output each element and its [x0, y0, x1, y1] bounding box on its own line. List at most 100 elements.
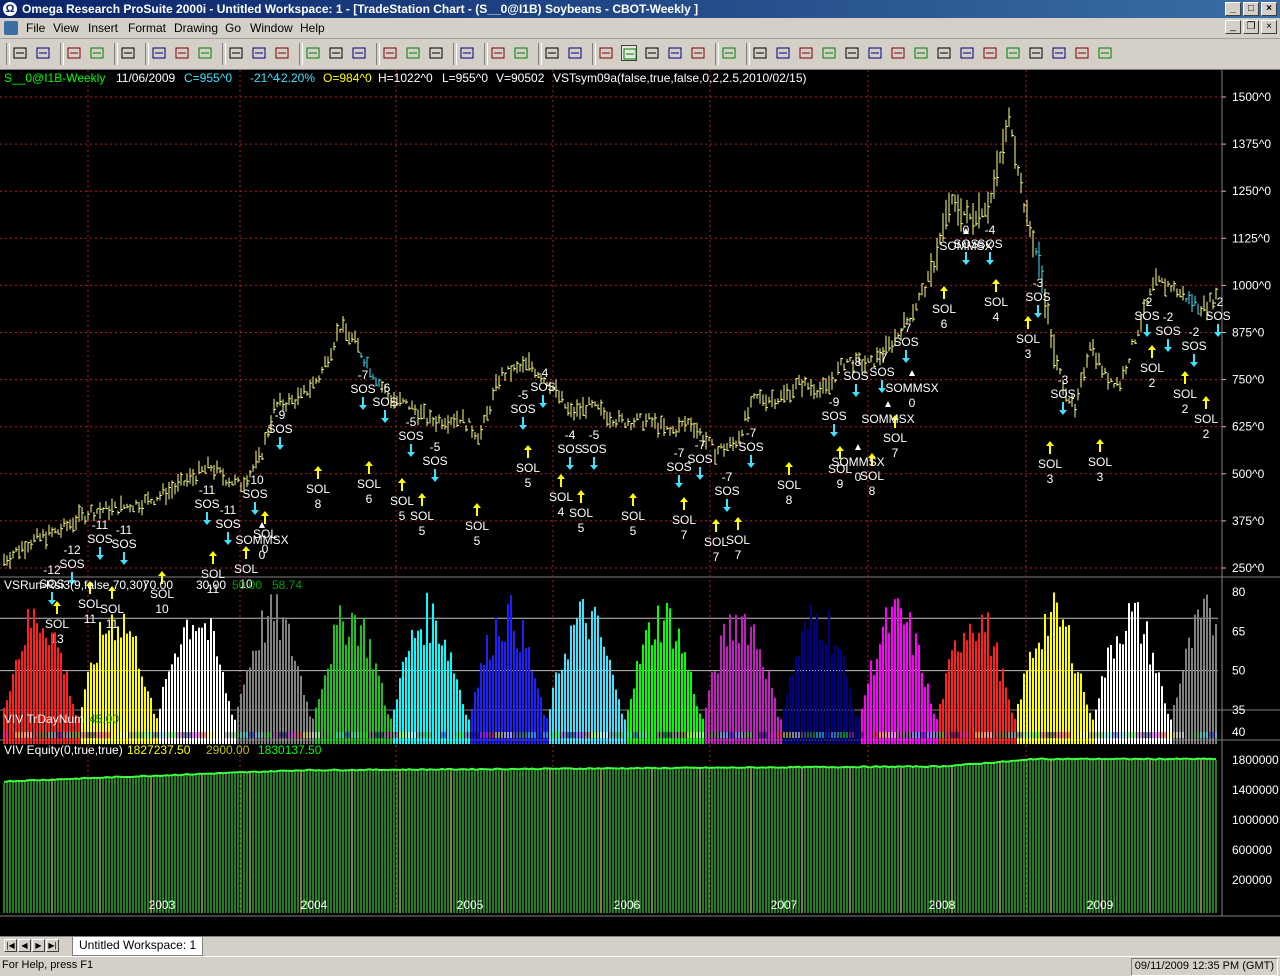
exit-arrow-icon — [855, 444, 861, 450]
sol-up-arrow-icon — [314, 466, 322, 471]
vertical-line-icon[interactable] — [959, 45, 975, 61]
signal-count: -2 — [1142, 295, 1153, 309]
signal-count: -4 — [538, 366, 549, 380]
save-all-icon[interactable] — [89, 45, 105, 61]
resize-icon[interactable] — [690, 45, 706, 61]
menu-window[interactable]: Window — [250, 21, 293, 35]
pencil-icon[interactable] — [721, 45, 737, 61]
prev-tab-icon[interactable]: ◀ — [18, 939, 31, 952]
arc-icon[interactable] — [913, 45, 929, 61]
down-arrow-icon[interactable] — [1097, 45, 1113, 61]
sol-label: SOL — [984, 295, 1008, 309]
sos-down-arrow-icon — [276, 445, 284, 450]
fan-icon[interactable] — [890, 45, 906, 61]
new-icon[interactable] — [12, 45, 28, 61]
signal-count: -7 — [722, 470, 733, 484]
forward-icon[interactable] — [274, 45, 290, 61]
document-icon[interactable] — [4, 21, 18, 35]
equity-tick-label: 1400000 — [1232, 783, 1279, 797]
rectangle-icon[interactable] — [844, 45, 860, 61]
menu-view[interactable]: View — [53, 21, 79, 35]
equity-header-v3: 1830137.50 — [258, 743, 322, 757]
print-icon[interactable] — [174, 45, 190, 61]
sos-label: SOS — [893, 335, 918, 349]
sos-down-arrow-icon — [1143, 332, 1151, 337]
sos-label: SOS — [1181, 339, 1206, 353]
save-icon[interactable] — [66, 45, 82, 61]
hammer-icon[interactable] — [598, 45, 614, 61]
sol-label: SOL — [306, 482, 330, 496]
bar-chart-icon[interactable] — [328, 45, 344, 61]
rsi-tick-label: 35 — [1232, 703, 1246, 717]
compress-icon[interactable] — [490, 45, 506, 61]
close-button[interactable]: × — [1261, 2, 1277, 16]
price-tick-label: 1375^0 — [1232, 137, 1271, 151]
mdi-minimize-button[interactable]: _ — [1225, 20, 1241, 34]
sol-up-arrow-icon — [1024, 316, 1032, 321]
menu-insert[interactable]: Insert — [88, 21, 118, 35]
up-arrow-icon[interactable] — [1074, 45, 1090, 61]
percent-icon[interactable] — [428, 45, 444, 61]
xr-icon[interactable] — [982, 45, 998, 61]
signal-count: -5 — [430, 440, 441, 454]
app-icon[interactable]: Ω — [3, 2, 17, 16]
menu-format[interactable]: Format — [128, 21, 166, 35]
insert-study-icon[interactable] — [351, 45, 367, 61]
menu-help[interactable]: Help — [300, 21, 325, 35]
hand-icon[interactable] — [667, 45, 683, 61]
signal-count: 3 — [1025, 347, 1032, 361]
grid-icon[interactable] — [405, 45, 421, 61]
sol-label: SOL — [1194, 412, 1218, 426]
menu-file[interactable]: File — [26, 21, 45, 35]
speed-line-icon[interactable] — [1005, 45, 1021, 61]
zoom-in-icon[interactable] — [544, 45, 560, 61]
next-tab-icon[interactable]: ▶ — [32, 939, 45, 952]
chart-settings-icon[interactable] — [459, 45, 475, 61]
maximize-button[interactable]: □ — [1243, 2, 1259, 16]
signal-count: -11 — [92, 518, 109, 532]
horizontal-lines-icon[interactable] — [821, 45, 837, 61]
exit-arrow-icon — [885, 401, 891, 407]
sol-label: SOL — [549, 490, 573, 504]
chart-window[interactable]: 1500^0 1375^0 1250^0 1125^0 1000^0 875^0 750^0… — [0, 70, 1280, 936]
sol-up-arrow-icon — [158, 571, 166, 576]
back-icon[interactable] — [228, 45, 244, 61]
menu-drawing[interactable]: Drawing — [174, 21, 218, 35]
curve-icon[interactable] — [1028, 45, 1044, 61]
menu-go[interactable]: Go — [225, 21, 241, 35]
text-icon[interactable] — [798, 45, 814, 61]
open-icon[interactable] — [35, 45, 51, 61]
expand-icon[interactable] — [513, 45, 529, 61]
price-tick-label: 1125^0 — [1232, 231, 1270, 245]
print-preview-icon[interactable] — [120, 45, 136, 61]
exit-arrow-icon — [909, 370, 915, 376]
ellipse-icon[interactable] — [1051, 45, 1067, 61]
sol-label: SOL — [45, 617, 69, 631]
cycle-lines-icon[interactable] — [936, 45, 952, 61]
data-window-icon[interactable] — [305, 45, 321, 61]
sos-label: SOS — [869, 365, 894, 379]
report-icon[interactable] — [151, 45, 167, 61]
minimize-button[interactable]: _ — [1225, 2, 1241, 16]
workspace-icon[interactable] — [382, 45, 398, 61]
mdi-close-button[interactable]: × — [1261, 20, 1277, 34]
refresh-icon[interactable] — [251, 45, 267, 61]
tracking-icon[interactable] — [644, 45, 660, 61]
last-tab-icon[interactable]: ▶| — [46, 939, 59, 952]
sos-label: SOS — [87, 532, 112, 546]
horizontal-line-icon[interactable] — [775, 45, 791, 61]
price-chart[interactable]: 1500^0 1375^0 1250^0 1125^0 1000^0 875^0 750^0… — [0, 70, 1280, 936]
sol-label: SOL — [516, 461, 540, 475]
zoom-out-icon[interactable] — [567, 45, 583, 61]
first-tab-icon[interactable]: |◀ — [4, 939, 17, 952]
year-label: 2003 — [149, 898, 176, 912]
pointer-icon[interactable] — [621, 45, 637, 61]
fibonacci-icon[interactable] — [867, 45, 883, 61]
signal-count: 5 — [474, 534, 481, 548]
tab-workspace[interactable]: Untitled Workspace: 1 — [72, 937, 204, 956]
sos-down-arrow-icon — [675, 483, 683, 488]
format-icon[interactable] — [197, 45, 213, 61]
trendline-icon[interactable] — [752, 45, 768, 61]
mdi-restore-button[interactable]: ❐ — [1243, 20, 1259, 34]
sommsx-label: SOMMSX — [939, 239, 992, 253]
